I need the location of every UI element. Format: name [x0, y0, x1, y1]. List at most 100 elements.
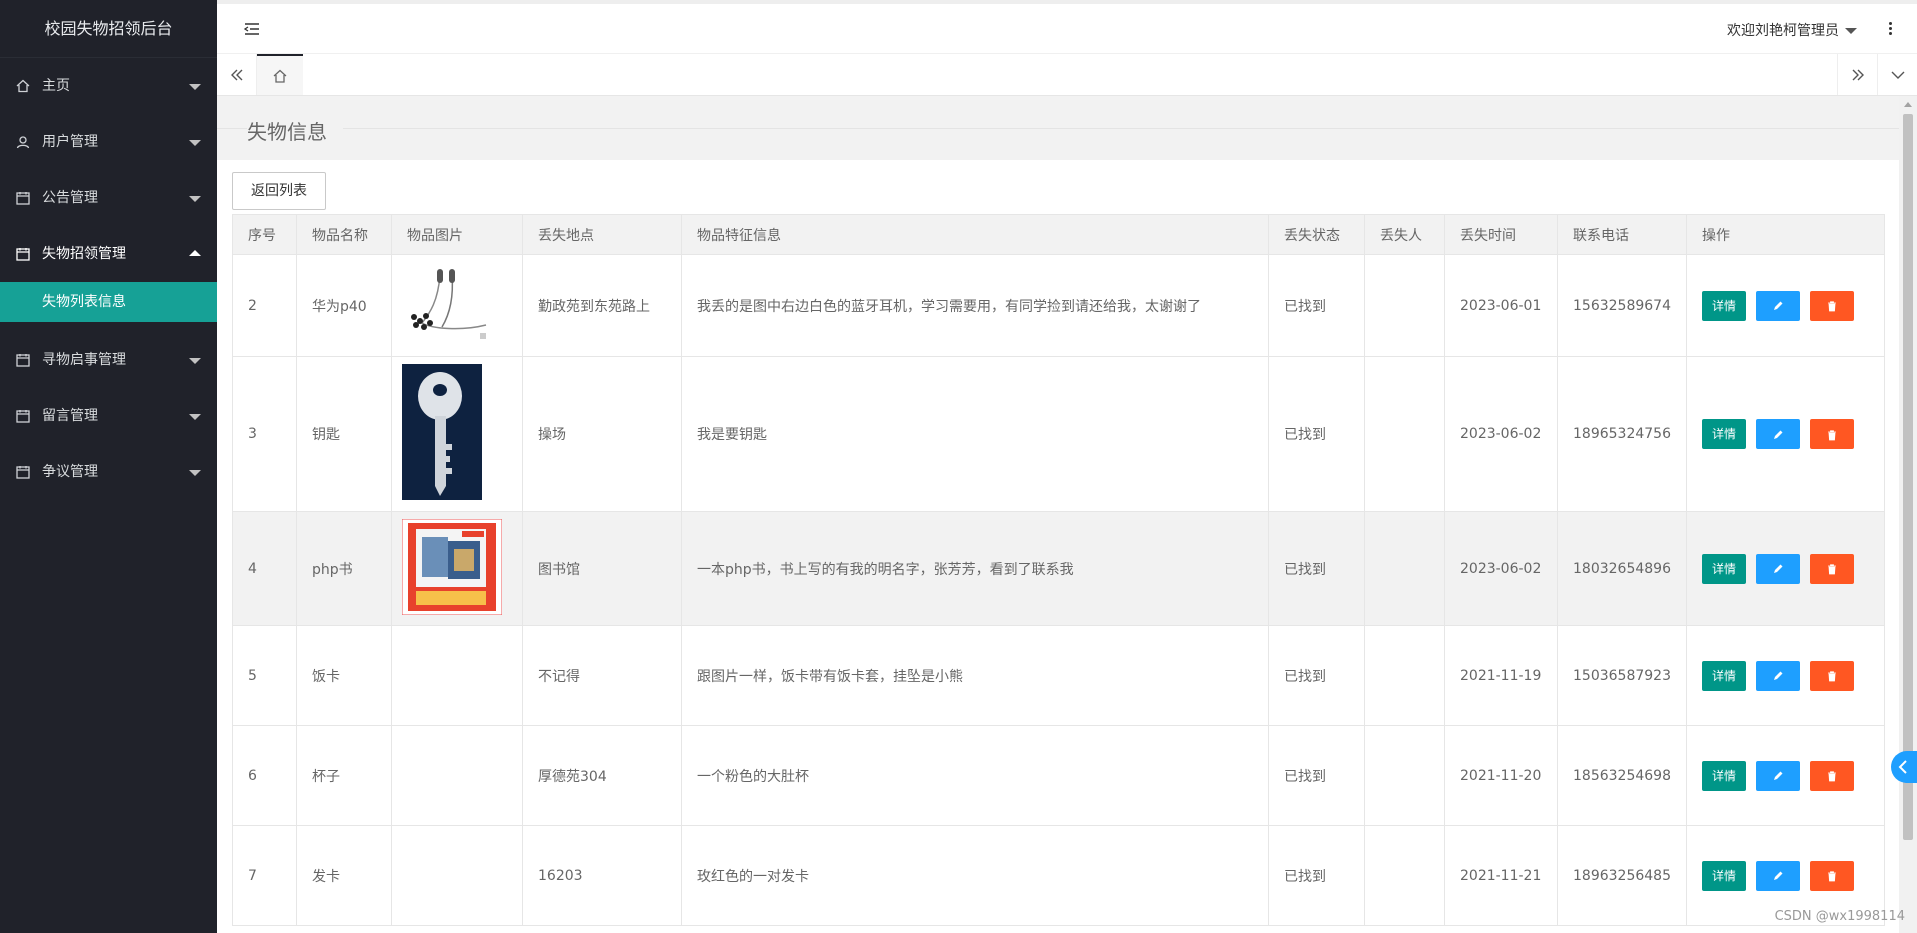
caret-down-icon	[189, 196, 201, 202]
calendar-icon	[16, 248, 30, 261]
scroll-up-arrow[interactable]	[1904, 102, 1912, 107]
pencil-icon	[1773, 301, 1783, 310]
edit-button[interactable]	[1755, 860, 1800, 891]
cell-date: 2023-06-02	[1444, 356, 1558, 512]
cell-place: 不记得	[522, 625, 682, 726]
edit-button[interactable]	[1755, 660, 1800, 691]
delete-button[interactable]	[1809, 553, 1854, 584]
delete-button[interactable]	[1809, 860, 1854, 891]
trash-icon	[1827, 771, 1836, 782]
detail-button[interactable]: 详情	[1701, 290, 1746, 321]
calendar-icon	[16, 466, 30, 479]
column-header: 丢失人	[1364, 214, 1445, 255]
cell-place: 图书馆	[522, 511, 682, 626]
user-menu[interactable]: 欢迎刘艳柯管理员	[1727, 20, 1857, 40]
cell-date: 2021-11-20	[1444, 725, 1558, 826]
sidebar-item-home[interactable]: 主页	[0, 58, 217, 114]
cell-id: 3	[232, 356, 297, 512]
cell-person	[1364, 825, 1445, 926]
sidebar-item-disputes[interactable]: 争议管理	[0, 444, 217, 500]
cell-place: 16203	[522, 825, 682, 926]
sidebar-item-messages[interactable]: 留言管理	[0, 388, 217, 444]
caret-up-icon	[189, 250, 201, 256]
cell-id: 5	[232, 625, 297, 726]
cell-phone: 15036587923	[1557, 625, 1687, 726]
pencil-icon	[1773, 871, 1783, 880]
cell-phone: 18563254698	[1557, 725, 1687, 826]
sidebar-item-label: 主页	[42, 78, 70, 94]
vertical-scrollbar[interactable]	[1899, 96, 1917, 933]
sidebar-item-users[interactable]: 用户管理	[0, 114, 217, 170]
cell-name: 华为p40	[296, 254, 392, 357]
chevron-down-icon	[1891, 71, 1904, 79]
cell-id: 2	[232, 254, 297, 357]
table-row: 2 华为p40 勤政苑到东苑路上 我丢的是图中右边白色的蓝牙耳机，学习需要用，有…	[232, 254, 1886, 357]
detail-button[interactable]: 详情	[1701, 419, 1746, 449]
cell-name: 钥匙	[296, 356, 392, 512]
cell-date: 2021-11-21	[1444, 825, 1558, 926]
cell-image	[391, 511, 523, 626]
cell-person	[1364, 625, 1445, 726]
cell-desc: 一个粉色的大肚杯	[681, 725, 1269, 826]
column-header: 物品图片	[391, 214, 523, 255]
table-row: 4 php书 图书馆 一本php书，书上写的有我的明名字，张芳芳，看到了联系我 …	[232, 511, 1886, 626]
page-title: 失物信息	[247, 116, 343, 145]
sidebar-item-label: 寻物启事管理	[42, 352, 126, 368]
cell-status: 已找到	[1268, 825, 1365, 926]
caret-down-icon	[189, 84, 201, 90]
cell-desc: 我是要钥匙	[681, 356, 1269, 512]
tabs-menu-button[interactable]	[1877, 54, 1917, 95]
delete-button[interactable]	[1809, 290, 1854, 321]
caret-down-icon	[189, 140, 201, 146]
tab-home[interactable]	[257, 54, 303, 95]
sidebar-item-label: 用户管理	[42, 134, 98, 150]
edit-button[interactable]	[1755, 290, 1800, 321]
table-row: 7 发卡 16203 玫红色的一对发卡 已找到 2021-11-21 18963…	[232, 825, 1886, 926]
caret-down-icon	[189, 470, 201, 476]
sidebar-item-search-notices[interactable]: 寻物启事管理	[0, 332, 217, 388]
table-header-row: 序号 物品名称 物品图片 丢失地点 物品特征信息 丢失状态 丢失人 丢失时间 联…	[232, 214, 1886, 255]
scrollbar-thumb[interactable]	[1903, 114, 1913, 840]
calendar-icon	[16, 192, 30, 205]
detail-button[interactable]: 详情	[1701, 553, 1746, 584]
back-to-list-button[interactable]: 返回列表	[232, 172, 326, 210]
main-content: 失物信息 返回列表 序号 物品名称 物品图片 丢失地点 物品特征信息 丢失状态 …	[217, 96, 1899, 933]
edit-button[interactable]	[1755, 553, 1800, 584]
user-icon	[16, 136, 30, 149]
edit-button[interactable]	[1755, 760, 1800, 791]
cell-status: 已找到	[1268, 356, 1365, 512]
sidebar-item-label: 争议管理	[42, 464, 98, 480]
cell-actions: 详情	[1685, 625, 1886, 726]
cell-phone: 15632589674	[1557, 254, 1687, 357]
delete-button[interactable]	[1809, 760, 1854, 791]
sidebar-item-lost-found[interactable]: 失物招领管理	[0, 226, 217, 282]
side-collapse-button[interactable]	[1891, 751, 1917, 783]
column-header: 丢失状态	[1268, 214, 1365, 255]
edit-button[interactable]	[1755, 419, 1800, 449]
pencil-icon	[1773, 671, 1783, 680]
delete-button[interactable]	[1809, 419, 1854, 449]
cell-phone: 18963256485	[1557, 825, 1687, 926]
caret-down-icon	[189, 358, 201, 364]
cell-person	[1364, 511, 1445, 626]
sidebar: 校园失物招领后台 主页 用户管理 公告管理 失物招领管理 失物列表信息 寻物启事…	[0, 0, 217, 933]
tabs-scroll-right-button[interactable]	[1837, 54, 1877, 95]
delete-button[interactable]	[1809, 660, 1854, 691]
key-thumbnail	[402, 364, 482, 500]
calendar-icon	[16, 410, 30, 423]
more-vertical-icon[interactable]	[1887, 20, 1893, 38]
tabs-scroll-left-button[interactable]	[217, 54, 257, 95]
cell-desc: 玫红色的一对发卡	[681, 825, 1269, 926]
cell-date: 2023-06-01	[1444, 254, 1558, 357]
sidebar-subitem-lost-list[interactable]: 失物列表信息	[0, 282, 217, 322]
detail-button[interactable]: 详情	[1701, 660, 1746, 691]
detail-button[interactable]: 详情	[1701, 760, 1746, 791]
menu-fold-icon[interactable]	[243, 20, 261, 38]
trash-icon	[1827, 429, 1836, 440]
cell-image	[391, 254, 523, 357]
detail-button[interactable]: 详情	[1701, 860, 1746, 891]
sidebar-item-notices[interactable]: 公告管理	[0, 170, 217, 226]
trash-icon	[1827, 301, 1836, 312]
pencil-icon	[1773, 564, 1783, 573]
chevron-left-icon	[1898, 760, 1907, 774]
